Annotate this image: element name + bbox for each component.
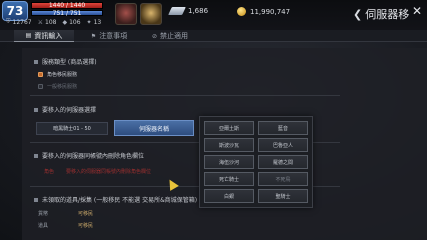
gold-amount: 11,990,747 [250,7,291,16]
potion-slot-2[interactable] [140,3,162,25]
window-title-text: 伺服器移 [365,8,410,21]
diamond-amount: 1,686 [188,7,209,15]
stat-defense: ◆ 106 [62,19,80,26]
gold-currency: 11,990,747 [237,7,290,16]
sword-icon: ⚔ [37,18,43,26]
star-icon: ✦ [86,18,92,26]
shield-icon: ⛨ [6,18,11,25]
section-unclaimed-items-title: 未領取的道具/採集 (一般移民 不能選 交易所&商城保管箱) [42,197,198,204]
tab-bar: ▤ 資訊輸入 ⚑ 注意事項 ⊘ 禁止適用 [0,30,427,42]
server-option[interactable]: 白銀 [204,189,254,203]
server-name-button[interactable]: 伺服器名稱 [114,120,194,136]
stat-attack-value: 108 [45,18,57,26]
divider [30,95,340,96]
tab-info-input[interactable]: ▤ 資訊輸入 [14,30,74,42]
character-slot-label: 角色 [44,169,55,175]
server-option[interactable]: 不死鳥 [258,172,308,186]
current-server-button[interactable]: 暗黑騎士01 - 50 [36,122,108,135]
section-bullet-icon [34,153,38,158]
server-option[interactable]: 斯波沙瓦 [204,138,254,152]
section-service-type: 服務類型 (商品選擇) [34,57,97,66]
server-list-popup: 亞爾土斯 藍音 斯波沙瓦 巴魯亞人 海伍沙河 羅德之間 死亡騎士 不死鳥 白銀 … [199,116,313,208]
list-item-value: 可移民 [78,223,94,229]
tab-info-input-label: 資訊輸入 [34,31,63,40]
list-item: 道具 可移民 [38,222,238,229]
stat-attack: ⚔ 108 [38,19,57,26]
section-bullet-icon [34,107,38,112]
server-option[interactable]: 亞爾土斯 [204,121,254,135]
armor-icon: ◆ [62,18,68,26]
top-hud: 73 1440 / 1440 751 / 751 ⛨ 12767 ⚔ 108 ◆ 10… [0,0,427,34]
radio-unchecked-icon [38,84,43,89]
section-delete-slot: 要移入的伺服器同帳號內刪除角色欄位 [34,151,144,160]
tab-restrictions[interactable]: ⊘ 禁止適用 [140,30,200,42]
option-character-transfer-label: 角色移民服務 [47,72,78,78]
stat-misc: ✦ 13 [87,19,102,26]
mp-bar: 751 / 751 [31,10,103,17]
radio-checked-icon [38,72,43,77]
prohibited-icon: ⊘ [151,32,158,40]
document-icon: ▤ [25,32,32,39]
section-unclaimed-items: 未領取的道具/採集 (一般移民 不能選 交易所&商城保管箱) [34,195,197,204]
option-general-transfer[interactable]: 一般移民服務 [38,83,77,90]
notice-icon: ⚑ [90,32,97,40]
stat-misc-value: 13 [93,18,102,26]
list-item-value: 可移民 [78,211,94,217]
option-general-transfer-label: 一般移民服務 [47,84,78,90]
server-option[interactable]: 海伍沙河 [204,155,254,169]
potion-slot-1[interactable] [115,3,137,25]
stats-row: ⛨ 12767 ⚔ 108 ◆ 106 ✦ 13 [6,18,101,26]
diamond-icon [168,7,186,15]
stat-combat-value: 12767 [12,18,32,26]
mp-text: 751 / 751 [52,10,82,17]
stat-defense-value: 106 [69,18,81,26]
server-option[interactable]: 藍音 [258,121,308,135]
hp-bar: 1440 / 1440 [31,2,103,9]
section-bullet-icon [34,197,38,202]
list-item-label: 道具 [38,223,49,229]
gold-coin-icon [237,7,246,16]
section-delete-slot-title: 要移入的伺服器同帳號內刪除角色欄位 [42,153,145,160]
list-item-label: 貨幣 [38,211,49,217]
close-button[interactable]: ✕ [412,4,422,18]
stat-combat: ⛨ 12767 [6,18,32,26]
tab-restrictions-label: 禁止適用 [160,32,189,40]
server-option[interactable]: 羅德之間 [258,155,308,169]
section-bullet-icon [34,59,38,64]
list-item: 貨幣 可移民 [38,210,238,217]
tab-notes[interactable]: ⚑ 注意事項 [79,30,139,42]
section-target-server-title: 要移入的伺服器選擇 [42,107,97,114]
character-slot-warning: 要移入的伺服器同帳號內刪除角色欄位 [66,169,152,175]
server-option[interactable]: 聖騎士 [258,189,308,203]
option-character-transfer[interactable]: 角色移民服務 [38,71,77,78]
window-title: ❮ 伺服器移 [353,6,409,22]
back-chevron-icon[interactable]: ❮ [353,8,362,21]
section-service-type-title: 服務類型 (商品選擇) [42,59,97,66]
diamond-currency: 1,686 [168,7,209,15]
server-option[interactable]: 巴魯亞人 [258,138,308,152]
server-option[interactable]: 死亡騎士 [204,172,254,186]
section-target-server: 要移入的伺服器選擇 [34,105,96,114]
tab-notes-label: 注意事項 [99,32,128,40]
